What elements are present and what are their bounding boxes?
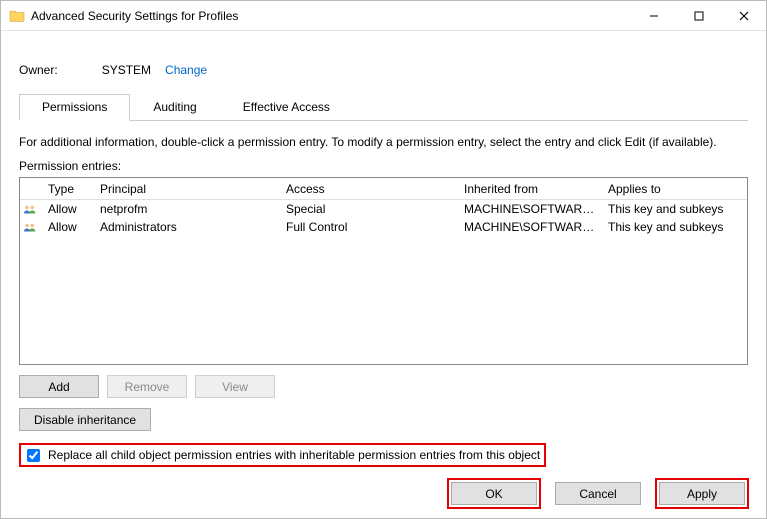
ok-button[interactable]: OK bbox=[451, 482, 537, 505]
minimize-button[interactable] bbox=[631, 1, 676, 30]
cell-principal: Administrators bbox=[94, 218, 280, 236]
tab-auditing[interactable]: Auditing bbox=[130, 94, 219, 121]
owner-value: SYSTEM bbox=[102, 63, 151, 77]
col-header-inherited[interactable]: Inherited from bbox=[458, 180, 602, 198]
add-button[interactable]: Add bbox=[19, 375, 99, 398]
view-button: View bbox=[195, 375, 275, 398]
users-group-icon bbox=[20, 201, 42, 217]
cell-type: Allow bbox=[42, 200, 94, 218]
tab-permissions[interactable]: Permissions bbox=[19, 94, 130, 121]
tab-strip: Permissions Auditing Effective Access bbox=[19, 93, 748, 121]
cell-type: Allow bbox=[42, 218, 94, 236]
window-title: Advanced Security Settings for Profiles bbox=[31, 9, 631, 23]
cell-inherited: MACHINE\SOFTWARE... bbox=[458, 218, 602, 236]
col-header-applies[interactable]: Applies to bbox=[602, 180, 747, 198]
content-area: Owner: SYSTEM Change Permissions Auditin… bbox=[1, 31, 766, 477]
entries-label: Permission entries: bbox=[19, 159, 748, 173]
title-bar: Advanced Security Settings for Profiles bbox=[1, 1, 766, 31]
cancel-button[interactable]: Cancel bbox=[555, 482, 641, 505]
replace-child-entries-label: Replace all child object permission entr… bbox=[48, 448, 540, 462]
info-text: For additional information, double-click… bbox=[19, 135, 748, 149]
folder-icon bbox=[9, 8, 25, 24]
dialog-footer: OK Cancel Apply bbox=[447, 478, 749, 509]
change-owner-link[interactable]: Change bbox=[165, 63, 207, 77]
disable-inheritance-button[interactable]: Disable inheritance bbox=[19, 408, 151, 431]
col-header-principal[interactable]: Principal bbox=[94, 180, 280, 198]
cell-applies: This key and subkeys bbox=[602, 218, 747, 236]
users-group-icon bbox=[20, 219, 42, 235]
apply-button[interactable]: Apply bbox=[659, 482, 745, 505]
grid-header: Type Principal Access Inherited from App… bbox=[20, 178, 747, 200]
cell-inherited: MACHINE\SOFTWARE... bbox=[458, 200, 602, 218]
col-header-type[interactable]: Type bbox=[42, 180, 94, 198]
cell-access: Full Control bbox=[280, 218, 458, 236]
maximize-button[interactable] bbox=[676, 1, 721, 30]
replace-child-entries-checkbox[interactable] bbox=[27, 449, 40, 462]
owner-row: Owner: SYSTEM Change bbox=[19, 63, 748, 77]
cell-applies: This key and subkeys bbox=[602, 200, 747, 218]
cell-access: Special bbox=[280, 200, 458, 218]
owner-label: Owner: bbox=[19, 63, 58, 77]
table-row[interactable]: Allow Administrators Full Control MACHIN… bbox=[20, 218, 747, 236]
close-button[interactable] bbox=[721, 1, 766, 30]
col-header-access[interactable]: Access bbox=[280, 180, 458, 198]
entry-buttons: Add Remove View bbox=[19, 375, 748, 398]
tab-effective-access[interactable]: Effective Access bbox=[220, 94, 353, 121]
table-row[interactable]: Allow netprofm Special MACHINE\SOFTWARE.… bbox=[20, 200, 747, 218]
remove-button: Remove bbox=[107, 375, 187, 398]
cell-principal: netprofm bbox=[94, 200, 280, 218]
replace-child-entries-row[interactable]: Replace all child object permission entr… bbox=[19, 443, 546, 467]
permission-entries-grid[interactable]: Type Principal Access Inherited from App… bbox=[19, 177, 748, 365]
